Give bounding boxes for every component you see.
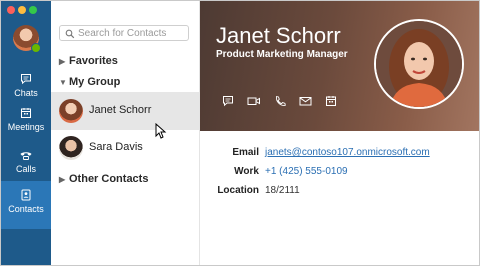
search-box[interactable] — [59, 25, 189, 41]
contact-item-sara-davis[interactable]: Sara Davis — [51, 129, 199, 167]
nav-contacts[interactable]: Contacts — [1, 181, 51, 229]
contact-detail-pane: Janet Schorr Product Marketing Manager E… — [200, 1, 479, 265]
nav-rail: Chats Meetings Calls Contacts — [1, 1, 51, 265]
email-link[interactable]: janets@contoso107.onmicrosoft.com — [265, 147, 430, 158]
group-favorites-label: Favorites — [69, 55, 118, 67]
contacts-icon — [21, 189, 31, 201]
calendar-icon — [21, 108, 31, 118]
contact-job-title: Product Marketing Manager — [216, 49, 348, 60]
close-window-button[interactable] — [7, 6, 15, 14]
profile-photo — [374, 19, 464, 109]
nav-meetings-label: Meetings — [7, 122, 45, 132]
mail-icon[interactable] — [299, 94, 312, 112]
avatar — [59, 99, 83, 123]
avatar — [59, 136, 83, 160]
app-window: Chats Meetings Calls Contacts Search for… — [0, 0, 480, 266]
contact-full-name: Janet Schorr — [216, 23, 341, 48]
group-favorites[interactable]: ▶ Favorites — [59, 55, 118, 67]
contact-info: Email janets@contoso107.onmicrosoft.com … — [200, 145, 479, 202]
contact-name: Sara Davis — [89, 141, 143, 153]
search-icon — [65, 29, 75, 39]
video-icon[interactable] — [247, 94, 261, 112]
group-my-group[interactable]: ▼ My Group — [59, 76, 120, 88]
nav-chats-label: Chats — [14, 88, 38, 98]
nav-contacts-label: Contacts — [8, 204, 44, 214]
location-value: 18/2111 — [265, 185, 300, 196]
contact-item-janet-schorr[interactable]: Janet Schorr — [51, 92, 199, 130]
chevron-right-icon: ▶ — [59, 175, 66, 184]
phone-icon[interactable] — [274, 94, 286, 112]
mouse-cursor-icon — [155, 123, 167, 139]
nav-calls-label: Calls — [15, 164, 36, 174]
chevron-right-icon: ▶ — [59, 57, 66, 66]
work-label: Work — [234, 166, 259, 177]
email-label: Email — [232, 147, 259, 158]
work-phone-row: Work +1 (425) 555-0109 — [200, 164, 479, 183]
location-row: Location 18/2111 — [200, 183, 479, 202]
phone-icon — [20, 152, 32, 160]
calendar-icon[interactable] — [325, 94, 337, 112]
email-row: Email janets@contoso107.onmicrosoft.com — [200, 145, 479, 164]
chevron-down-icon: ▼ — [59, 78, 67, 87]
chat-icon — [21, 74, 31, 85]
presence-available-icon — [31, 43, 41, 53]
location-label: Location — [217, 185, 259, 196]
window-controls — [7, 6, 40, 14]
work-phone-link[interactable]: +1 (425) 555-0109 — [265, 166, 348, 177]
nav-meetings[interactable]: Meetings — [1, 99, 51, 147]
minimize-window-button[interactable] — [18, 6, 26, 14]
quick-actions — [222, 94, 350, 110]
group-my-group-label: My Group — [69, 76, 121, 88]
contact-list-pane: ▶Favorites ▼My Group Janet Schorr Sara D… — [51, 1, 200, 265]
chat-icon[interactable] — [222, 94, 234, 112]
group-other-contacts[interactable]: ▶ Other Contacts — [59, 173, 148, 185]
search-input[interactable] — [78, 26, 186, 40]
profile-header: Janet Schorr Product Marketing Manager — [200, 1, 479, 131]
group-other-contacts-label: Other Contacts — [69, 173, 149, 185]
contact-name: Janet Schorr — [89, 104, 152, 116]
zoom-window-button[interactable] — [29, 6, 37, 14]
